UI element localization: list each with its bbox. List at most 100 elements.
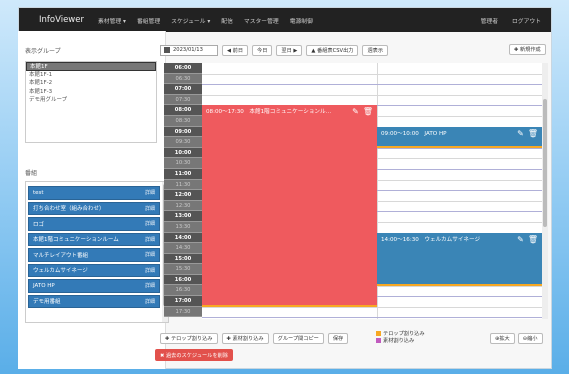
csv-export-button[interactable]: ▲ 番組表CSV出力 bbox=[306, 44, 359, 56]
program-detail-link[interactable]: 詳細 bbox=[145, 236, 155, 243]
program-item[interactable]: ウェルカムサイネージ 詳細 bbox=[28, 263, 160, 277]
event-label: 08:00〜17:30 本館1階コミュニケーションル… bbox=[206, 109, 332, 116]
program-detail-link[interactable]: 詳細 bbox=[145, 282, 155, 289]
nav-right: 管理者 ログアウト bbox=[467, 16, 541, 25]
save-button[interactable]: 保存 bbox=[327, 333, 349, 344]
program-item[interactable]: マルチレイアウト番組 詳細 bbox=[28, 248, 160, 262]
grid-line bbox=[202, 317, 542, 319]
calendar-icon bbox=[164, 47, 170, 53]
nav-schedule[interactable]: スケジュール ▾ bbox=[171, 16, 210, 25]
time-slot: 17:30 bbox=[164, 306, 202, 318]
brand-logo[interactable]: InfoViewer bbox=[39, 15, 84, 25]
program-item[interactable]: デモ用番組 詳細 bbox=[28, 294, 160, 308]
event-label: 14:00〜16:30 ウェルカムサイネージ bbox=[381, 236, 481, 243]
time-slot: 12:00 bbox=[164, 190, 202, 201]
group-item[interactable]: デモ用グループ bbox=[26, 96, 156, 105]
grid-line bbox=[202, 94, 542, 96]
program-detail-link[interactable]: 詳細 bbox=[145, 267, 155, 274]
edit-icon[interactable]: ✎ bbox=[517, 235, 524, 244]
material-swatch bbox=[376, 338, 381, 343]
telop-insert-button[interactable]: ✚ テロップ割り込み bbox=[160, 333, 218, 344]
group-item[interactable]: 本館1F-1 bbox=[26, 71, 156, 80]
event-label: 09:00〜10:00 JATO HP bbox=[381, 130, 447, 137]
schedule-canvas[interactable]: 08:00〜17:30 本館1階コミュニケーションル… ✎ 🗑 09:00〜10:00… bbox=[202, 63, 542, 319]
time-slot: 11:00 bbox=[164, 168, 202, 180]
nav-master[interactable]: マスター管理 bbox=[244, 16, 279, 25]
trash-icon[interactable]: 🗑 bbox=[363, 107, 373, 116]
today-button[interactable]: 今日 bbox=[252, 44, 273, 56]
edit-icon[interactable]: ✎ bbox=[352, 107, 359, 116]
zoom-in-button[interactable]: ⊕ 拡大 bbox=[490, 333, 515, 344]
program-label: test bbox=[33, 189, 44, 196]
group-item[interactable]: 本館1F bbox=[26, 62, 156, 71]
program-detail-link[interactable]: 詳細 bbox=[145, 220, 155, 227]
left-panel: 表示グループ 本館1F 本館1F-1 本館1F-2 本館1F-3 デモ用グループ… bbox=[18, 31, 169, 369]
group-item[interactable]: 本館1F-3 bbox=[26, 88, 156, 97]
legend: テロップ割り込み 素材割り込み bbox=[376, 331, 425, 345]
zoom-out-button[interactable]: ⊖ 縮小 bbox=[517, 333, 543, 344]
program-label: 打ち合わせ室（組み合わせ） bbox=[33, 206, 105, 213]
trash-icon[interactable]: 🗑 bbox=[528, 129, 538, 138]
time-slot: 13:30 bbox=[164, 221, 202, 233]
week-view-button[interactable]: 週表示 bbox=[362, 44, 389, 56]
schedule-event[interactable]: 08:00〜17:30 本館1階コミュニケーションル… ✎ 🗑 bbox=[202, 105, 377, 307]
time-slot: 08:00 bbox=[164, 105, 202, 116]
program-title: 番組 bbox=[25, 170, 38, 177]
next-day-button[interactable]: 翌日 ▶ bbox=[276, 44, 303, 56]
program-label: ウェルカムサイネージ bbox=[33, 268, 88, 275]
schedule-scrollbar[interactable] bbox=[542, 63, 548, 319]
program-item[interactable]: test 詳細 bbox=[28, 186, 160, 200]
schedule-event[interactable]: 09:00〜10:00 JATO HP ✎ 🗑 bbox=[377, 126, 542, 148]
grid-line bbox=[202, 306, 542, 308]
group-copy-button[interactable]: グループ間コピー bbox=[272, 333, 324, 344]
time-slot: 16:00 bbox=[164, 274, 202, 286]
edit-icon[interactable]: ✎ bbox=[517, 129, 524, 138]
program-item[interactable]: 本館1階コミュニケーションルーム 詳細 bbox=[28, 232, 160, 246]
nav-logout[interactable]: ログアウト bbox=[512, 16, 541, 25]
nav-delivery[interactable]: 配信 bbox=[221, 16, 233, 25]
time-slot: 15:00 bbox=[164, 253, 202, 265]
navbar: InfoViewer 素材管理 ▾ 番組管理 スケジュール ▾ 配信 マスター管… bbox=[19, 8, 551, 32]
schedule-event[interactable]: 14:00〜16:30 ウェルカムサイネージ ✎ 🗑 bbox=[377, 232, 542, 286]
time-slot: 06:30 bbox=[164, 73, 202, 85]
program-label: JATO HP bbox=[33, 282, 55, 289]
new-button[interactable]: ✚ 新規作成 bbox=[509, 44, 546, 55]
time-slot: 11:30 bbox=[164, 179, 202, 191]
prev-day-button[interactable]: ◀ 前日 bbox=[222, 44, 249, 56]
program-detail-link[interactable]: 詳細 bbox=[145, 298, 155, 305]
date-toolbar: 2023/01/13 ◀ 前日 今日 翌日 ▶ ▲ 番組表CSV出力 週表示 bbox=[160, 44, 389, 56]
program-item[interactable]: ロゴ 詳細 bbox=[28, 217, 160, 231]
program-item[interactable]: 打ち合わせ室（組み合わせ） 詳細 bbox=[28, 201, 160, 215]
program-detail-link[interactable]: 詳細 bbox=[145, 251, 155, 258]
program-detail-link[interactable]: 詳細 bbox=[145, 189, 155, 196]
time-slot: 08:30 bbox=[164, 115, 202, 127]
time-slot: 14:00 bbox=[164, 232, 202, 244]
time-slot: 07:00 bbox=[164, 84, 202, 95]
nav-material[interactable]: 素材管理 ▾ bbox=[98, 16, 126, 25]
group-title: 表示グループ bbox=[25, 48, 61, 55]
program-detail-link[interactable]: 詳細 bbox=[145, 205, 155, 212]
material-insert-button[interactable]: ✚ 素材割り込み bbox=[221, 333, 269, 344]
schedule-grid: 06:00 06:30 07:00 07:30 08:00 08:30 09:00 09:30… bbox=[164, 63, 548, 319]
date-input[interactable]: 2023/01/13 bbox=[160, 44, 218, 56]
program-list[interactable]: test 詳細 打ち合わせ室（組み合わせ） 詳細 ロゴ 詳細 本館1階コミュニケーションルー… bbox=[25, 181, 169, 323]
legend-material: 素材割り込み bbox=[376, 338, 425, 345]
bottom-toolbar: ✚ テロップ割り込み ✚ 素材割り込み グループ間コピー 保存 bbox=[160, 333, 349, 344]
time-slot: 16:30 bbox=[164, 285, 202, 297]
delete-past-button[interactable]: ✖ 過去のスケジュールを削除 bbox=[155, 349, 233, 361]
time-slot: 10:30 bbox=[164, 158, 202, 169]
group-item[interactable]: 本館1F-2 bbox=[26, 79, 156, 88]
time-slot: 09:00 bbox=[164, 126, 202, 138]
time-slot: 07:30 bbox=[164, 94, 202, 106]
time-column: 06:00 06:30 07:00 07:30 08:00 08:30 09:00 09:30… bbox=[164, 63, 202, 319]
time-slot: 13:00 bbox=[164, 211, 202, 222]
program-label: デモ用番組 bbox=[33, 299, 61, 306]
nav-power[interactable]: 電源制御 bbox=[290, 16, 313, 25]
nav-admin[interactable]: 管理者 bbox=[481, 16, 498, 25]
program-label: ロゴ bbox=[33, 221, 45, 228]
trash-icon[interactable]: 🗑 bbox=[528, 235, 538, 244]
legend-telop: テロップ割り込み bbox=[376, 331, 425, 338]
program-item[interactable]: JATO HP 詳細 bbox=[28, 279, 160, 293]
nav-program[interactable]: 番組管理 bbox=[137, 16, 160, 25]
group-list[interactable]: 本館1F 本館1F-1 本館1F-2 本館1F-3 デモ用グループ bbox=[25, 61, 157, 143]
